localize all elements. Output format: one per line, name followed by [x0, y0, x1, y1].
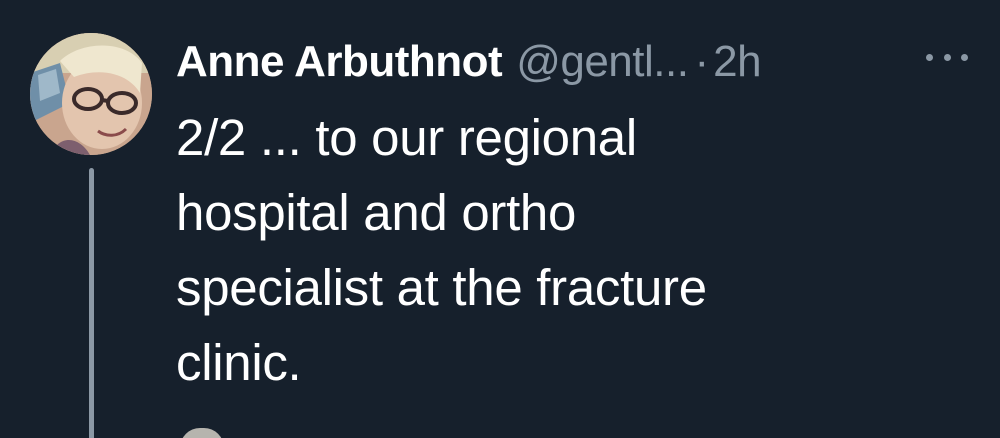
avatar-image	[30, 33, 152, 155]
more-dot	[926, 53, 933, 61]
author-name[interactable]: Anne Arbuthnot	[176, 36, 503, 88]
more-dot	[961, 53, 968, 61]
separator-dot: ·	[694, 37, 710, 86]
avatar[interactable]	[30, 33, 152, 155]
tweet-text: 2/2 ... to our regional hospital and ort…	[176, 100, 976, 400]
more-dot	[943, 53, 951, 61]
tweet[interactable]: Anne Arbuthnot @gentl... · 2h 2/2 ... to…	[0, 0, 1000, 438]
tweet-text-line: hospital and ortho	[176, 184, 577, 241]
tweet-text-line: 2/2 ... to our regional	[176, 109, 637, 166]
next-tweet-avatar	[180, 428, 224, 438]
more-horizontal-icon[interactable]	[926, 42, 968, 72]
timestamp[interactable]: 2h	[713, 36, 761, 88]
author-handle[interactable]: @gentl...	[516, 36, 689, 88]
tweet-text-line: clinic.	[176, 334, 302, 391]
tweet-text-line: specialist at the fracture	[176, 259, 707, 316]
tweet-header: Anne Arbuthnot @gentl... · 2h	[176, 36, 762, 88]
thread-connector-line	[89, 168, 94, 438]
